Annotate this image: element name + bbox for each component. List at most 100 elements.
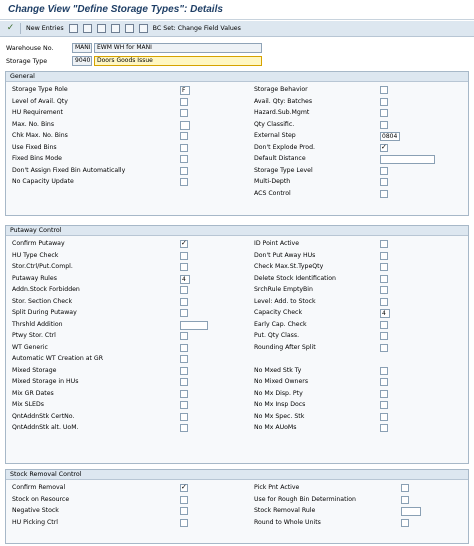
storage-behavior-checkbox[interactable] xyxy=(380,86,388,94)
stor-section-check-label: Stor. Section Check xyxy=(12,297,73,305)
stor-section-check-checkbox[interactable] xyxy=(180,297,188,306)
level-add-to-stock-checkbox[interactable] xyxy=(380,297,388,306)
don-t-explode-prod-label: Don't Explode Prod. xyxy=(254,143,315,151)
confirm-removal-checkbox[interactable] xyxy=(180,483,188,492)
qntaddnstk-alt-uom-label: QntAddnStk alt. UoM. xyxy=(12,424,79,431)
addn-stock-forbidden-label: Addn.Stock Forbidden xyxy=(12,286,80,293)
use-for-rough-bin-determination-checkbox[interactable] xyxy=(401,495,409,504)
qntaddnstk-alt-uom-checkbox[interactable] xyxy=(180,424,188,432)
capacity-check-field[interactable]: 4 xyxy=(380,309,390,318)
multi-depth-checkbox[interactable] xyxy=(380,178,388,186)
confirm-putaway-checkbox[interactable] xyxy=(180,239,188,248)
pick-pnt-active-checkbox[interactable] xyxy=(401,484,409,492)
no-mixed-owners-checkbox[interactable] xyxy=(380,378,388,386)
mixed-storage-in-hus-checkbox[interactable] xyxy=(180,378,188,386)
wt-generic-checkbox[interactable] xyxy=(180,343,188,352)
no-mxed-stk-ty-checkbox[interactable] xyxy=(380,366,388,375)
max-no-bins-field[interactable] xyxy=(180,120,190,130)
rounding-after-split-label: Rounding After Split xyxy=(254,343,316,351)
select-all-icon[interactable] xyxy=(138,24,148,33)
no-mx-auoms-checkbox[interactable] xyxy=(380,424,388,432)
header-fields: Warehouse No. MANI EWM WH for MANI Stora… xyxy=(6,42,466,72)
hu-picking-ctrl-checkbox[interactable] xyxy=(180,518,188,527)
check-max-st-typeqty-label: Check Max.St.TypeQty xyxy=(254,263,324,270)
negative-stock-checkbox[interactable] xyxy=(180,507,188,515)
default-distance-label: Default Distance xyxy=(254,155,306,162)
confirm-putaway-label: Confirm Putaway xyxy=(12,240,65,247)
use-for-rough-bin-determination-label: Use for Rough Bin Determination xyxy=(254,495,356,503)
thrshld-addition-field[interactable] xyxy=(180,320,208,330)
stor-ctrl-put-compl-label: Stor.Ctrl/Put.Compl. xyxy=(12,263,73,270)
external-step-field[interactable]: 0804 xyxy=(380,132,400,141)
use-fixed-bins-checkbox[interactable] xyxy=(180,143,188,152)
previous-entry-icon[interactable] xyxy=(110,24,120,33)
no-capacity-update-checkbox[interactable] xyxy=(180,178,188,186)
qntaddnstk-certno-checkbox[interactable] xyxy=(180,412,188,421)
put-qty-class-checkbox[interactable] xyxy=(380,332,388,340)
fixed-bins-mode-checkbox[interactable] xyxy=(180,155,188,163)
warehouse-field[interactable]: MANI xyxy=(72,43,92,53)
id-point-active-checkbox[interactable] xyxy=(380,240,388,248)
delete-stock-identification-checkbox[interactable] xyxy=(380,274,388,283)
new-entries-button[interactable]: New Entries xyxy=(26,23,64,35)
don-t-assign-fixed-bin-automatically-checkbox[interactable] xyxy=(180,166,188,175)
hu-requirement-label: HU Requirement xyxy=(12,109,63,116)
hu-type-check-checkbox[interactable] xyxy=(180,251,188,260)
no-mx-spec-stk-checkbox[interactable] xyxy=(380,412,388,421)
mixed-storage-checkbox[interactable] xyxy=(180,366,188,375)
avail-qty-batches-checkbox[interactable] xyxy=(380,97,388,106)
check-max-st-typeqty-checkbox[interactable] xyxy=(380,263,388,271)
storage-type-field[interactable]: 9040 xyxy=(72,56,92,66)
hazard-sub-mgmt-checkbox[interactable] xyxy=(380,109,388,117)
level-of-avail-qty-checkbox[interactable] xyxy=(180,97,188,106)
bc-set-button[interactable]: BC Set: Change Field Values xyxy=(153,23,241,35)
split-during-putaway-checkbox[interactable] xyxy=(180,309,188,317)
removal-group: Stock Removal Control Confirm Removal Sto… xyxy=(5,469,469,544)
storage-type-role-field[interactable]: F xyxy=(180,86,190,95)
negative-stock-label: Negative Stock xyxy=(12,507,59,514)
automatic-wt-creation-at-gr-label: Automatic WT Creation at GR xyxy=(12,355,103,362)
ptwy-stor-ctrl-checkbox[interactable] xyxy=(180,332,188,340)
storage-type-level-label: Storage Type Level xyxy=(254,166,313,174)
mix-sleds-checkbox[interactable] xyxy=(180,401,188,409)
qty-classific-checkbox[interactable] xyxy=(380,120,388,129)
stock-removal-rule-field[interactable] xyxy=(401,507,421,516)
hu-requirement-checkbox[interactable] xyxy=(180,109,188,117)
addn-stock-forbidden-checkbox[interactable] xyxy=(180,286,188,294)
automatic-wt-creation-at-gr-checkbox[interactable] xyxy=(180,355,188,363)
page-title: Change View "Define Storage Types": Deta… xyxy=(0,0,474,20)
level-add-to-stock-label: Level: Add. to Stock xyxy=(254,297,316,305)
early-cap-check-checkbox[interactable] xyxy=(380,320,388,329)
chk-max-no-bins-checkbox[interactable] xyxy=(180,132,188,140)
default-distance-field[interactable] xyxy=(380,155,435,164)
putaway-rules-field[interactable]: 4 xyxy=(180,274,190,284)
next-entry-icon[interactable] xyxy=(124,24,134,33)
delete-icon[interactable] xyxy=(82,24,92,33)
putaway-group-title: Putaway Control xyxy=(6,226,468,236)
storage-type-level-checkbox[interactable] xyxy=(380,166,388,175)
no-mx-auoms-label: No Mx AUoMs xyxy=(254,424,297,431)
acs-control-checkbox[interactable] xyxy=(380,189,388,198)
round-to-whole-units-checkbox[interactable] xyxy=(401,518,409,527)
don-t-explode-prod-checkbox[interactable] xyxy=(380,143,388,152)
level-of-avail-qty-label: Level of Avail. Qty xyxy=(12,97,68,105)
undo-icon[interactable] xyxy=(96,24,106,33)
early-cap-check-label: Early Cap. Check xyxy=(254,320,307,328)
don-t-put-away-hus-checkbox[interactable] xyxy=(380,251,388,260)
rounding-after-split-checkbox[interactable] xyxy=(380,343,388,352)
mix-gr-dates-checkbox[interactable] xyxy=(180,389,188,398)
put-qty-class-label: Put. Qty Class. xyxy=(254,332,300,339)
checkmark-icon[interactable]: ✓ xyxy=(6,24,15,33)
stock-on-resource-checkbox[interactable] xyxy=(180,495,188,504)
don-t-assign-fixed-bin-automatically-label: Don't Assign Fixed Bin Automatically xyxy=(12,166,126,174)
copy-icon[interactable] xyxy=(68,24,78,33)
no-mx-insp-docs-checkbox[interactable] xyxy=(380,401,388,409)
no-mx-disp-pty-checkbox[interactable] xyxy=(380,389,388,398)
storage-type-role-label: Storage Type Role xyxy=(12,86,68,93)
putaway-group: Putaway Control Confirm Putaway HU Type C… xyxy=(5,225,469,464)
srchrule-emptybin-checkbox[interactable] xyxy=(380,286,388,294)
stor-ctrl-put-compl-checkbox[interactable] xyxy=(180,263,188,271)
storage-type-description[interactable]: Doors Goods Issue xyxy=(94,56,262,66)
pick-pnt-active-label: Pick Pnt Active xyxy=(254,484,300,491)
warehouse-description: EWM WH for MANI xyxy=(94,43,262,53)
